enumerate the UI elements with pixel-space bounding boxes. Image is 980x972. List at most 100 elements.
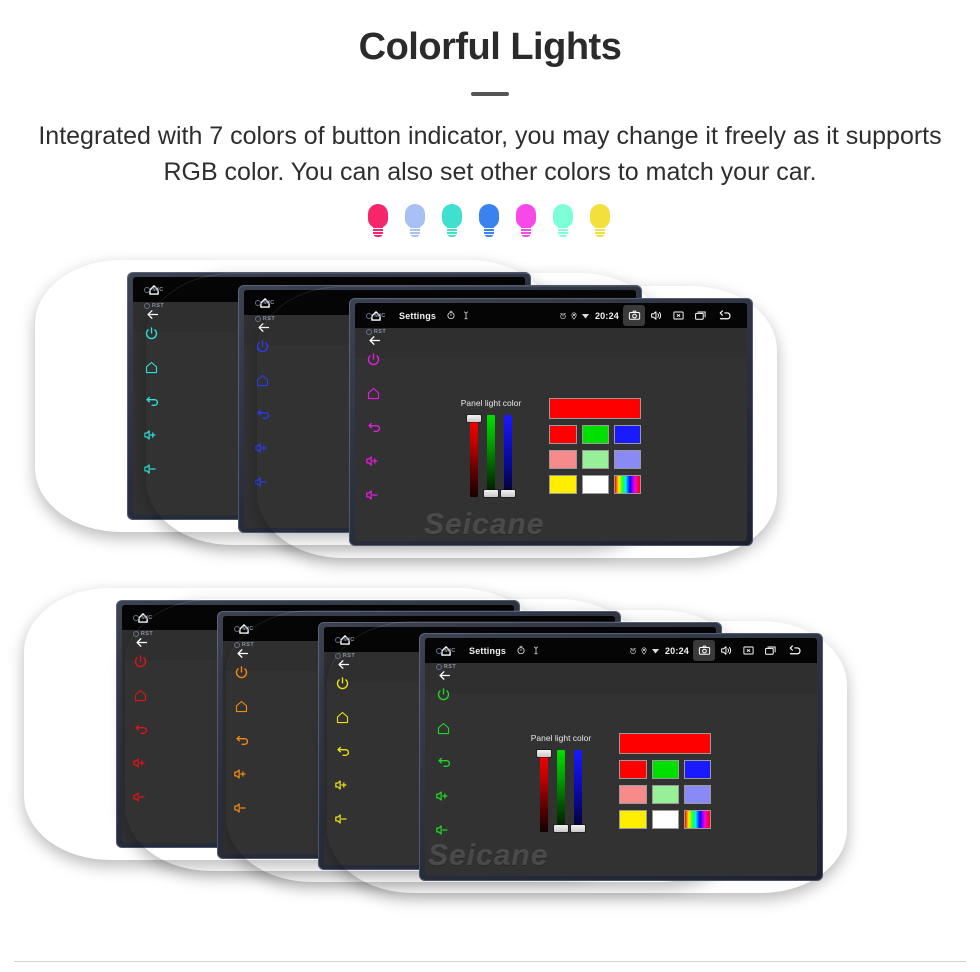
swatch-row xyxy=(549,475,642,495)
home-icon[interactable] xyxy=(366,378,381,408)
swatch-row xyxy=(619,785,712,805)
swatch-0-1[interactable] xyxy=(581,425,609,445)
status-mini-icons xyxy=(516,642,541,660)
touch-screen[interactable]: Settings 20:24 Panel light color xyxy=(425,638,817,877)
volume-up-icon[interactable] xyxy=(435,781,451,811)
volume-icon[interactable] xyxy=(645,305,667,326)
rst-label[interactable]: RST xyxy=(430,659,456,675)
red-slider[interactable] xyxy=(536,750,551,833)
swatch-1-2[interactable] xyxy=(613,450,642,470)
head-unit-green-unit[interactable]: Settings 20:24 Panel light color MIC RST xyxy=(327,621,847,893)
swatch-rainbow[interactable] xyxy=(683,810,712,830)
touch-screen[interactable]: Settings 20:24 Panel light color xyxy=(355,303,747,542)
color-swatch-grid xyxy=(549,398,642,495)
volume-up-icon[interactable] xyxy=(365,446,381,476)
back-arrow-icon[interactable] xyxy=(711,305,741,326)
power-icon[interactable] xyxy=(436,679,451,709)
bulb-icon xyxy=(588,204,612,238)
power-icon[interactable] xyxy=(366,344,381,374)
swatch-1-1[interactable] xyxy=(581,450,609,470)
legend-item-red xyxy=(366,204,393,238)
legend-item-pink xyxy=(514,204,541,238)
green-slider-handle[interactable] xyxy=(553,825,568,833)
close-box-icon[interactable] xyxy=(667,305,689,326)
blue-slider-handle[interactable] xyxy=(570,825,585,833)
status-right-cluster: 20:24 xyxy=(559,305,741,327)
action-bar xyxy=(355,328,747,359)
swatch-0-0[interactable] xyxy=(619,760,647,780)
bulb-icon xyxy=(477,204,501,238)
android-status-bar: Settings 20:24 xyxy=(355,303,747,329)
swatch-0-1[interactable] xyxy=(651,760,679,780)
rst-label[interactable]: RST xyxy=(360,324,386,340)
usb-icon[interactable] xyxy=(461,307,471,325)
screen-bezel: Settings 20:24 Panel light color xyxy=(349,298,753,547)
blue-slider-handle[interactable] xyxy=(500,490,515,498)
swatch-row xyxy=(619,760,712,780)
legend-item-cyan xyxy=(440,204,467,238)
close-box-icon[interactable] xyxy=(737,640,759,661)
panel-light-color-panel: Panel light color xyxy=(355,398,747,498)
alarm-icon xyxy=(629,642,637,660)
camera-icon[interactable] xyxy=(623,305,645,327)
volume-down-icon[interactable] xyxy=(435,815,451,845)
swatch-0-0[interactable] xyxy=(549,425,577,445)
wifi-icon xyxy=(651,642,660,660)
status-tray: 20:24 xyxy=(629,642,689,660)
status-tray: 20:24 xyxy=(559,307,619,325)
color-legend xyxy=(0,204,980,238)
volume-icon[interactable] xyxy=(715,640,737,661)
swatch-2-1[interactable] xyxy=(581,475,609,495)
red-slider-handle[interactable] xyxy=(536,750,551,758)
swatch-1-0[interactable] xyxy=(549,450,577,470)
back-icon[interactable] xyxy=(436,747,451,777)
panel-light-color-label: Panel light color xyxy=(460,398,522,409)
color-preview xyxy=(619,733,712,755)
legend-item-blue xyxy=(477,204,504,238)
location-icon xyxy=(570,307,578,325)
swatch-2-1[interactable] xyxy=(651,810,679,830)
bulb-icon xyxy=(551,204,575,238)
green-slider-handle[interactable] xyxy=(483,490,498,498)
usb-icon[interactable] xyxy=(531,642,541,660)
screen-title: Settings xyxy=(399,310,437,321)
back-arrow-icon[interactable] xyxy=(781,640,811,661)
swatch-2-0[interactable] xyxy=(619,810,647,830)
blue-slider[interactable] xyxy=(570,750,585,833)
timer-icon[interactable] xyxy=(516,642,526,660)
rgb-sliders-group: Panel light color xyxy=(531,733,591,833)
red-slider[interactable] xyxy=(466,415,481,498)
swatch-row xyxy=(619,810,712,830)
settings-content: Panel light color xyxy=(425,693,817,877)
home-icon[interactable] xyxy=(436,713,451,743)
green-slider[interactable] xyxy=(483,415,498,498)
head-unit-magenta-unit[interactable]: Settings 20:24 Panel light color MIC RST xyxy=(257,286,777,558)
swatch-row xyxy=(549,425,642,445)
green-slider[interactable] xyxy=(553,750,568,833)
clock-time: 20:24 xyxy=(594,310,619,321)
back-icon[interactable] xyxy=(366,412,381,442)
swatch-1-2[interactable] xyxy=(683,785,712,805)
screen-bezel: Settings 20:24 Panel light color xyxy=(419,633,823,882)
timer-icon[interactable] xyxy=(446,307,456,325)
bulb-icon xyxy=(514,204,538,238)
panel-light-color-panel: Panel light color xyxy=(425,733,817,833)
status-mini-icons xyxy=(446,307,471,325)
recent-apps-icon[interactable] xyxy=(689,305,711,326)
swatch-2-0[interactable] xyxy=(549,475,577,495)
swatch-1-0[interactable] xyxy=(619,785,647,805)
swatch-rainbow[interactable] xyxy=(613,475,642,495)
volume-down-icon[interactable] xyxy=(365,480,381,510)
camera-icon[interactable] xyxy=(693,640,715,662)
bulb-icon xyxy=(403,204,427,238)
recent-apps-icon[interactable] xyxy=(759,640,781,661)
swatch-0-2[interactable] xyxy=(613,425,642,445)
settings-content: Panel light color xyxy=(355,358,747,542)
color-swatch-grid xyxy=(619,733,712,830)
swatch-1-1[interactable] xyxy=(651,785,679,805)
action-bar xyxy=(425,663,817,694)
red-slider-handle[interactable] xyxy=(466,415,481,423)
wifi-icon xyxy=(581,307,590,325)
swatch-0-2[interactable] xyxy=(683,760,712,780)
blue-slider[interactable] xyxy=(500,415,515,498)
